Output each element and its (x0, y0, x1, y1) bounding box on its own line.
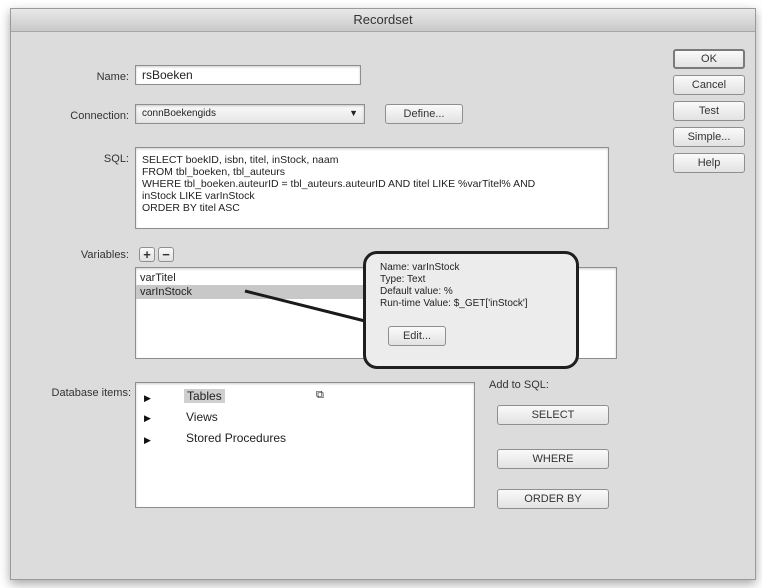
cursor-icon: ⧉ (316, 389, 324, 401)
variable-name: Name: varInStock (380, 262, 460, 273)
variable-details: Name: varInStock Type: Text Default valu… (380, 262, 528, 310)
add-variable-button[interactable]: + (139, 247, 155, 262)
callout-pointer (244, 289, 366, 323)
define-button[interactable]: Define... (385, 104, 463, 124)
test-button[interactable]: Test (673, 101, 745, 121)
variable-details-callout: Name: varInStock Type: Text Default valu… (363, 251, 579, 369)
variable-type: Type: Text (380, 274, 426, 285)
database-items-label: Database items: (51, 387, 131, 399)
add-where-button[interactable]: WHERE (497, 449, 609, 469)
name-label: Name: (96, 71, 129, 83)
dialog-title: Recordset (11, 9, 755, 32)
simple-button[interactable]: Simple... (673, 127, 745, 147)
expand-views-icon[interactable]: ▶ (144, 413, 151, 424)
recordset-dialog: Recordset Name: rsBoeken Connection: con… (10, 8, 756, 580)
cancel-button[interactable]: Cancel (673, 75, 745, 95)
remove-variable-button[interactable]: − (158, 247, 174, 262)
tree-item-views[interactable]: Views (186, 410, 218, 424)
variables-label: Variables: (80, 249, 129, 261)
help-button[interactable]: Help (673, 153, 745, 173)
name-value: rsBoeken (142, 68, 193, 82)
database-items-tree[interactable]: ▶ Tables ⧉ ▶ Views ▶ Stored Procedures (135, 382, 475, 508)
connection-select[interactable]: connBoekengids ▼ (135, 104, 365, 124)
add-to-sql-label: Add to SQL: (489, 379, 549, 391)
add-select-button[interactable]: SELECT (497, 405, 609, 425)
variable-runtime: Run-time Value: $_GET['inStock'] (380, 298, 528, 309)
add-orderby-button[interactable]: ORDER BY (497, 489, 609, 509)
expand-tables-icon[interactable]: ▶ (144, 393, 151, 404)
tree-item-stored-procedures[interactable]: Stored Procedures (186, 431, 286, 445)
sql-label: SQL: (103, 153, 129, 165)
tree-item-tables[interactable]: Tables (184, 389, 225, 403)
ok-button[interactable]: OK (673, 49, 745, 69)
chevron-down-icon: ▼ (349, 108, 358, 118)
connection-label: Connection: (70, 110, 129, 122)
name-field[interactable]: rsBoeken (135, 65, 361, 85)
sql-textarea[interactable]: SELECT boekID, isbn, titel, inStock, naa… (135, 147, 609, 229)
connection-value: connBoekengids (142, 108, 216, 119)
variable-default: Default value: % (380, 286, 453, 297)
expand-procedures-icon[interactable]: ▶ (144, 435, 151, 446)
edit-variable-button[interactable]: Edit... (388, 326, 446, 346)
